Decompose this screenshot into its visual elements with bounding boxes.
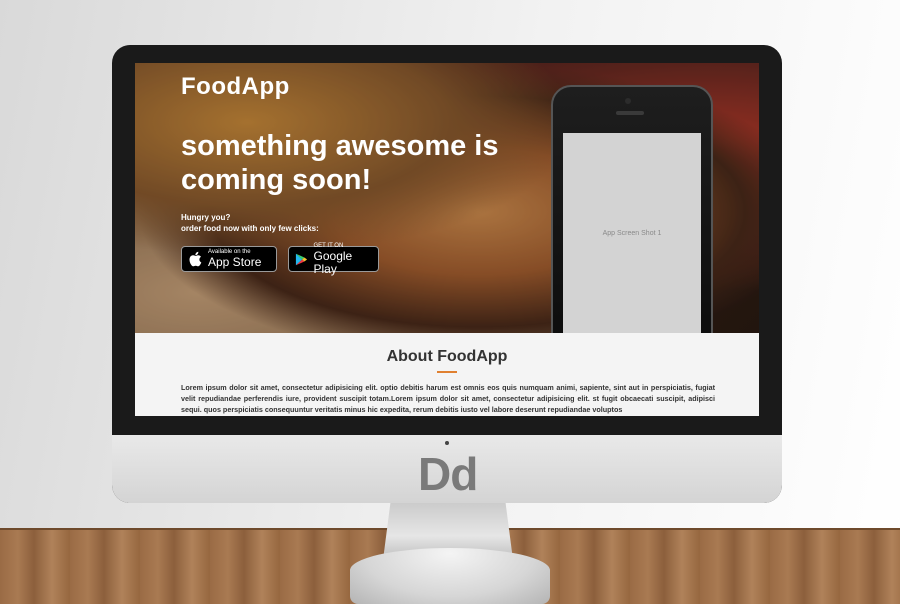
monitor-stand-base [350, 548, 550, 604]
monitor-camera [445, 441, 449, 445]
brand-logo[interactable]: FoodApp [181, 73, 290, 101]
website-screen: FoodApp something awesome is coming soon… [135, 63, 759, 416]
phone-camera [625, 98, 631, 104]
google-play-button[interactable]: GET IT ON Google Play [288, 243, 379, 275]
about-paragraph: Lorem ipsum dolor sit amet, consectetur … [181, 383, 715, 414]
dd-logo: Dd [418, 448, 478, 500]
apple-icon [189, 251, 202, 267]
monitor: FoodApp something awesome is coming soon… [112, 45, 782, 503]
tagline-line-1: Hungry you? [181, 213, 231, 222]
monitor-chin: Dd [112, 435, 782, 503]
about-title: About FoodApp [386, 348, 508, 365]
hero-tagline: Hungry you? order food now with only few… [181, 212, 319, 234]
phone-mockup: App Screen Shot 1 [551, 85, 713, 333]
hero-section: FoodApp something awesome is coming soon… [135, 63, 759, 333]
app-store-label: App Store [208, 255, 262, 269]
google-play-icon [295, 253, 308, 265]
about-title-underline [437, 371, 457, 373]
about-section: About FoodApp Lorem ipsum dolor sit amet… [135, 333, 759, 416]
phone-speaker [616, 111, 644, 115]
tagline-line-2: order food now with only few clicks: [181, 224, 319, 233]
app-store-button[interactable]: Available on the App Store [181, 246, 277, 272]
app-screenshot-placeholder: App Screen Shot 1 [563, 133, 701, 333]
hero-headline: something awesome is coming soon! [181, 130, 499, 196]
google-play-label: Google Play [313, 248, 353, 276]
